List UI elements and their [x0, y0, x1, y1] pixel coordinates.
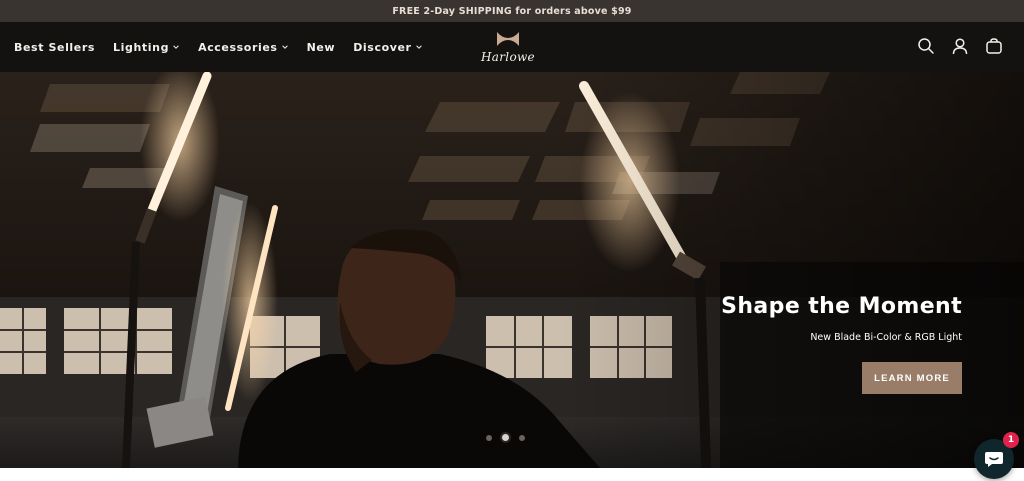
nav-item-new[interactable]: New: [307, 41, 336, 54]
slide-dot-3[interactable]: [519, 434, 525, 441]
nav-item-accessories[interactable]: Accessories: [198, 41, 288, 54]
hero-subtitle: New Blade Bi-Color & RGB Light: [810, 332, 962, 343]
nav-item-label: Lighting: [113, 40, 170, 54]
nav-item-label: Discover: [353, 40, 412, 54]
search-icon[interactable]: [916, 36, 936, 56]
brand-name: Harlowe: [481, 50, 535, 64]
learn-more-button[interactable]: LEARN MORE: [862, 362, 962, 394]
nav-item-best-sellers[interactable]: Best Sellers: [14, 41, 95, 54]
account-icon[interactable]: [950, 36, 970, 56]
header-icons: [916, 36, 1004, 56]
slide-dot-2-active[interactable]: [502, 434, 509, 441]
brand-mark-icon: [497, 32, 519, 46]
site-header: Best Sellers Lighting Accessories New Di…: [0, 22, 1024, 72]
hero-title: Shape the Moment: [721, 294, 962, 319]
nav-item-discover[interactable]: Discover: [353, 41, 422, 54]
hero-banner: Shape the Moment New Blade Bi-Color & RG…: [0, 72, 1024, 468]
chat-notification-badge: 1: [1003, 432, 1019, 448]
page-content-start: [0, 468, 1024, 481]
nav-item-lighting[interactable]: Lighting: [113, 41, 180, 54]
hero-background-image: [0, 72, 1024, 468]
announcement-bar: FREE 2-Day SHIPPING for orders above $99: [0, 0, 1024, 22]
chevron-down-icon: [415, 45, 422, 49]
nav-item-label: New: [306, 40, 336, 54]
slideshow-pagination: [486, 434, 525, 441]
nav-item-label: Best Sellers: [14, 40, 96, 54]
chat-bubble-icon: [985, 452, 1003, 467]
brand-logo[interactable]: Harlowe: [478, 28, 538, 68]
nav-item-label: Accessories: [198, 40, 278, 54]
slide-dot-1[interactable]: [486, 434, 492, 441]
main-nav: Best Sellers Lighting Accessories New Di…: [14, 22, 423, 72]
announcement-text: FREE 2-Day SHIPPING for orders above $99: [392, 5, 632, 17]
chevron-down-icon: [173, 45, 179, 49]
cart-icon[interactable]: [984, 36, 1004, 56]
chevron-down-icon: [281, 45, 288, 49]
